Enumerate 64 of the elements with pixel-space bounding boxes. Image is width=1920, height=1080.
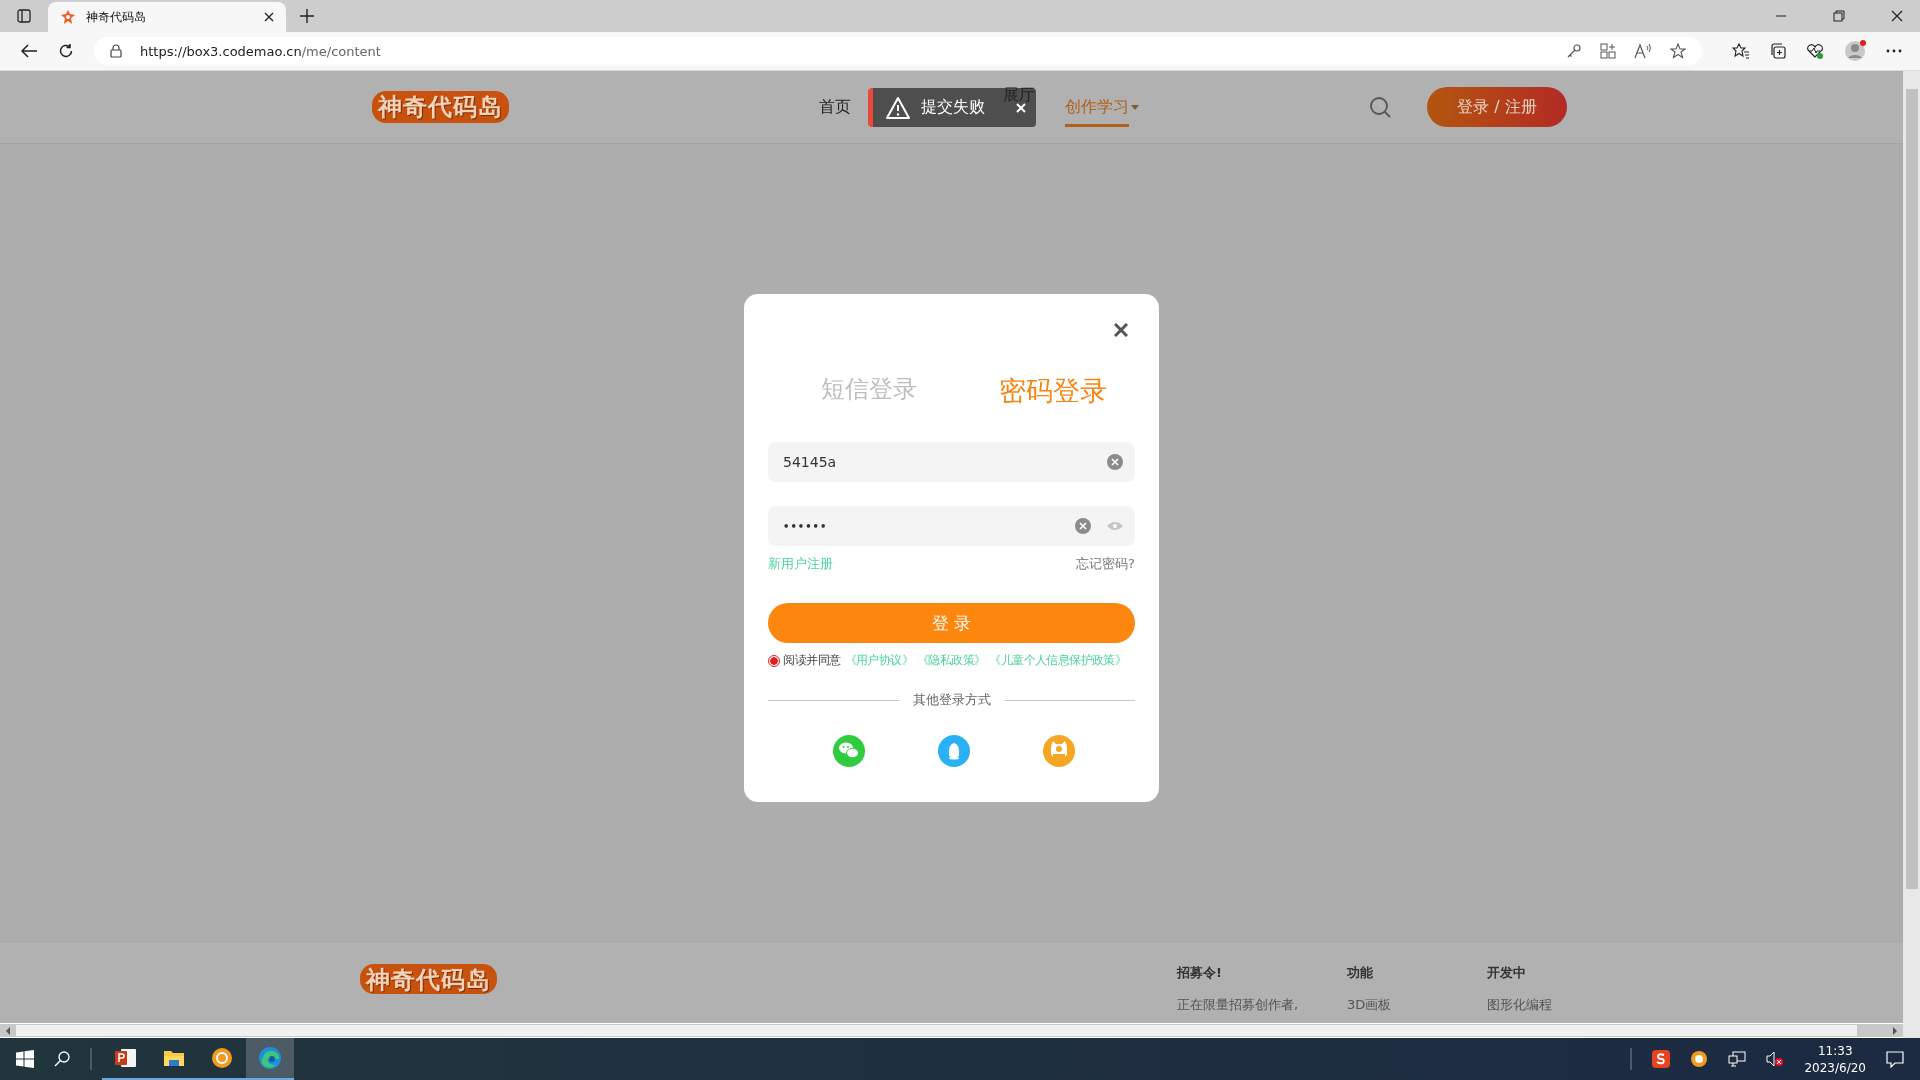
- close-icon[interactable]: [264, 12, 274, 22]
- heart-pulse-icon[interactable]: [1806, 43, 1824, 59]
- login-tab[interactable]: 短信登录: [821, 373, 917, 409]
- policy-link[interactable]: 《隐私政策》: [916, 652, 986, 669]
- browser-tab[interactable]: 神奇代码岛: [48, 2, 286, 32]
- network-icon[interactable]: [1728, 1051, 1747, 1067]
- muted-speaker-icon[interactable]: [1766, 1051, 1785, 1067]
- key-icon[interactable]: [1566, 43, 1582, 59]
- password-field[interactable]: ••••••: [768, 506, 1135, 546]
- warning-icon: [885, 95, 911, 120]
- ring-app-icon: [211, 1047, 233, 1069]
- login-tab[interactable]: 密码登录: [999, 373, 1107, 409]
- footer-heading: 招募令!: [1177, 964, 1223, 982]
- notification-icon[interactable]: [1886, 1050, 1904, 1068]
- policy-link[interactable]: 《儿童个人信息保护政策》: [989, 652, 1127, 669]
- username-field[interactable]: 54145a: [768, 442, 1135, 482]
- refresh-icon[interactable]: [58, 43, 74, 59]
- clear-icon[interactable]: [1075, 518, 1091, 534]
- footer-link[interactable]: 图形化编程: [1487, 996, 1657, 1014]
- caret-icon[interactable]: [1131, 104, 1139, 110]
- site-favicon-icon: [60, 9, 76, 25]
- toast-message: 提交失败: [921, 97, 985, 118]
- nav-link[interactable]: 首页: [819, 87, 851, 127]
- close-icon[interactable]: [1114, 323, 1128, 337]
- slides-app-icon: [115, 1048, 137, 1068]
- tab-actions-icon[interactable]: [17, 9, 31, 23]
- agree-radio[interactable]: [768, 654, 780, 667]
- star-icon[interactable]: [1670, 43, 1686, 59]
- horizontal-scrollbar[interactable]: [0, 1023, 1903, 1038]
- other-login-label: 其他登录方式: [912, 691, 991, 709]
- close-icon[interactable]: [1891, 10, 1903, 22]
- footer-link[interactable]: 正在限量招募创作者,: [1177, 996, 1347, 1014]
- favorites-icon[interactable]: [1732, 43, 1750, 59]
- footer-link[interactable]: 3D画板: [1347, 996, 1487, 1014]
- new-tab-icon[interactable]: [300, 9, 314, 23]
- footer-logo[interactable]: 神奇代码岛: [360, 964, 497, 994]
- taskbar-clock[interactable]: 11:33 2023/6/20: [1804, 1043, 1866, 1075]
- footer-heading: 功能: [1347, 964, 1374, 982]
- login-button[interactable]: 登 录: [768, 603, 1135, 643]
- footer-heading: 开发中: [1487, 964, 1527, 982]
- browser-app-icon: [258, 1046, 282, 1070]
- search-icon[interactable]: [54, 1051, 70, 1067]
- vertical-scrollbar[interactable]: [1903, 71, 1920, 1038]
- more-icon[interactable]: [1886, 49, 1902, 53]
- apps-icon[interactable]: [1600, 43, 1616, 59]
- folder-icon: [163, 1049, 185, 1067]
- collections-icon[interactable]: [1770, 43, 1786, 59]
- ring-app-icon[interactable]: [1690, 1050, 1709, 1068]
- agreement-text: 阅读并同意: [783, 652, 841, 669]
- restore-icon[interactable]: [1833, 10, 1845, 22]
- clear-icon[interactable]: [1107, 454, 1123, 470]
- forgot-password-link[interactable]: 忘记密码?: [1076, 555, 1135, 573]
- back-icon[interactable]: [20, 43, 38, 59]
- site-logo[interactable]: 神奇代码岛: [372, 91, 509, 123]
- register-link[interactable]: 新用户注册: [768, 555, 833, 573]
- policy-link[interactable]: 《用户协议》: [844, 652, 913, 669]
- ime-icon[interactable]: [1652, 1050, 1671, 1068]
- avatar-icon[interactable]: [1844, 40, 1866, 62]
- nav-link[interactable]: 创作学习: [1065, 87, 1129, 127]
- read-aloud-icon[interactable]: [1634, 43, 1652, 59]
- lock-icon: [110, 44, 122, 58]
- windows-start-icon[interactable]: [16, 1050, 34, 1068]
- address-field[interactable]: https://box3.codemao.cn/me/content: [94, 37, 1702, 65]
- login-register-button[interactable]: 登录 / 注册: [1427, 87, 1567, 127]
